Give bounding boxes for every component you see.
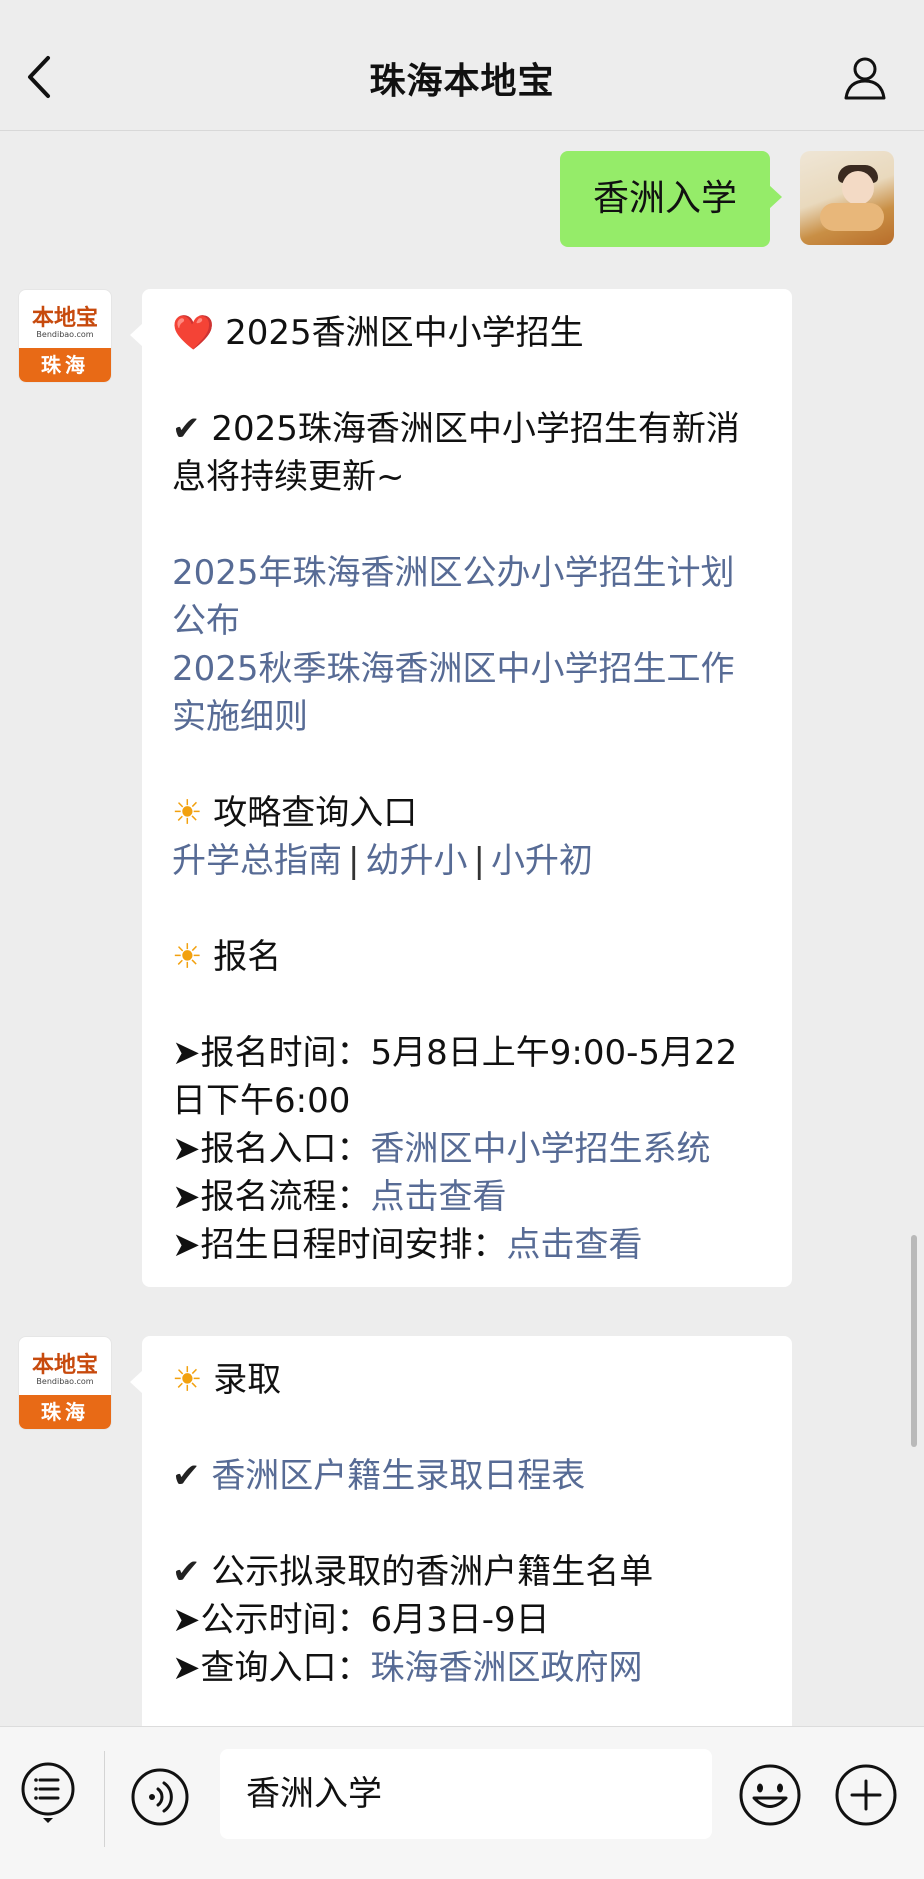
arrow-icon: ➤: [172, 1600, 201, 1640]
signup-flow-label: 报名流程：: [200, 1177, 371, 1217]
arrow-icon: ➤: [172, 1225, 201, 1265]
schedule-label: 招生日程时间安排：: [200, 1225, 507, 1265]
user-avatar[interactable]: [800, 151, 894, 245]
separator: |: [473, 841, 485, 881]
heart-icon: ❤️: [172, 313, 215, 353]
smiley-icon[interactable]: [738, 1763, 802, 1827]
plus-icon[interactable]: [834, 1763, 898, 1827]
query-label: 查询入口：: [200, 1648, 371, 1688]
plan-link[interactable]: 2025年珠海香洲区公办小学招生计划公布: [172, 549, 768, 645]
voice-icon[interactable]: [130, 1767, 190, 1827]
message-title: 2025香洲区中小学招生: [225, 313, 584, 353]
page-title: 珠海本地宝: [369, 61, 555, 102]
guide-title: 攻略查询入口: [213, 793, 418, 833]
scrollbar[interactable]: [911, 1235, 917, 1447]
logo-city: 珠海: [19, 1395, 111, 1429]
publicity-time-label: 公示时间：: [200, 1600, 371, 1640]
publicity-time-value: 6月3日-9日: [370, 1600, 550, 1640]
signup-title: 报名: [213, 937, 282, 977]
bot-avatar[interactable]: 本地宝 Bendibao.com 珠海: [18, 289, 112, 383]
avatar-body: [820, 203, 884, 231]
logo-subtext: Bendibao.com: [36, 1377, 94, 1386]
bot-message: ☀ 录取 ✔ 香洲区户籍生录取日程表 ✔ 公示拟录取的香洲户籍生名单 ➤公示时间…: [130, 1336, 792, 1756]
admission-schedule-line: ✔ 香洲区户籍生录取日程表: [172, 1452, 768, 1500]
arrow-icon: ➤: [172, 1033, 201, 1073]
query-link[interactable]: 珠海香洲区政府网: [371, 1648, 643, 1688]
admission-title-line: ☀ 录取: [172, 1356, 768, 1404]
bot-message: ❤️ 2025香洲区中小学招生 ✔ 2025珠海香洲区中小学招生有新消息将持续更…: [130, 289, 792, 1287]
guide-link-middle[interactable]: 小升初: [491, 841, 593, 881]
check-icon: ✔: [172, 1456, 201, 1496]
person-icon[interactable]: [842, 54, 888, 100]
arrow-icon: ➤: [172, 1177, 201, 1217]
schedule-line: ➤招生日程时间安排：点击查看: [172, 1221, 768, 1269]
check-icon: ✔: [172, 1552, 201, 1592]
avatar-face: [842, 171, 874, 205]
publicity-time-line: ➤公示时间：6月3日-9日: [172, 1596, 768, 1644]
logo-subtext: Bendibao.com: [36, 330, 94, 339]
sun-icon: ☀: [172, 937, 203, 977]
top-bar: 珠海本地宝: [0, 0, 924, 131]
rules-link[interactable]: 2025秋季珠海香洲区中小学招生工作实施细则: [172, 645, 768, 741]
schedule-link[interactable]: 点击查看: [507, 1225, 643, 1265]
update-line: ✔ 2025珠海香洲区中小学招生有新消息将持续更新~: [172, 405, 768, 501]
publicity-title: 公示拟录取的香洲户籍生名单: [211, 1552, 654, 1592]
arrow-icon: ➤: [172, 1648, 201, 1688]
logo-city: 珠海: [19, 348, 111, 382]
guide-links-line: 升学总指南 | 幼升小 | 小升初: [172, 837, 768, 885]
publicity-title-line: ✔ 公示拟录取的香洲户籍生名单: [172, 1548, 768, 1596]
outgoing-message[interactable]: 香洲入学: [560, 151, 782, 247]
admission-title: 录取: [213, 1360, 282, 1400]
divider: [104, 1751, 105, 1847]
update-text: 2025珠海香洲区中小学招生有新消息将持续更新~: [172, 409, 740, 497]
signup-title-line: ☀ 报名: [172, 933, 768, 981]
bot-avatar[interactable]: 本地宝 Bendibao.com 珠海: [18, 1336, 112, 1430]
signup-flow-line: ➤报名流程：点击查看: [172, 1173, 768, 1221]
arrow-icon: ➤: [172, 1129, 201, 1169]
check-icon: ✔: [172, 409, 201, 449]
list-menu-icon[interactable]: [20, 1761, 76, 1825]
query-line: ➤查询入口：珠海香洲区政府网: [172, 1644, 768, 1692]
guide-link-overview[interactable]: 升学总指南: [172, 841, 342, 881]
message-title-line: ❤️ 2025香洲区中小学招生: [172, 309, 768, 357]
logo-text: 本地宝: [31, 305, 98, 331]
signup-entry-link[interactable]: 香洲区中小学招生系统: [371, 1129, 711, 1169]
signup-time-line: ➤报名时间：5月8日上午9:00-5月22日下午6:00: [172, 1029, 768, 1125]
signup-entry-label: 报名入口：: [200, 1129, 371, 1169]
guide-link-primary[interactable]: 幼升小: [365, 841, 467, 881]
logo-text: 本地宝: [31, 1352, 98, 1378]
admission-schedule-link[interactable]: 香洲区户籍生录取日程表: [211, 1456, 585, 1496]
separator: |: [348, 841, 360, 881]
signup-time-label: 报名时间：: [200, 1033, 371, 1073]
sun-icon: ☀: [172, 1360, 203, 1400]
signup-flow-link[interactable]: 点击查看: [371, 1177, 507, 1217]
guide-title-line: ☀ 攻略查询入口: [172, 789, 768, 837]
input-bar: 香洲入学: [0, 1726, 924, 1879]
signup-entry-line: ➤报名入口：香洲区中小学招生系统: [172, 1125, 768, 1173]
message-input[interactable]: 香洲入学: [220, 1749, 712, 1839]
sun-icon: ☀: [172, 793, 203, 833]
